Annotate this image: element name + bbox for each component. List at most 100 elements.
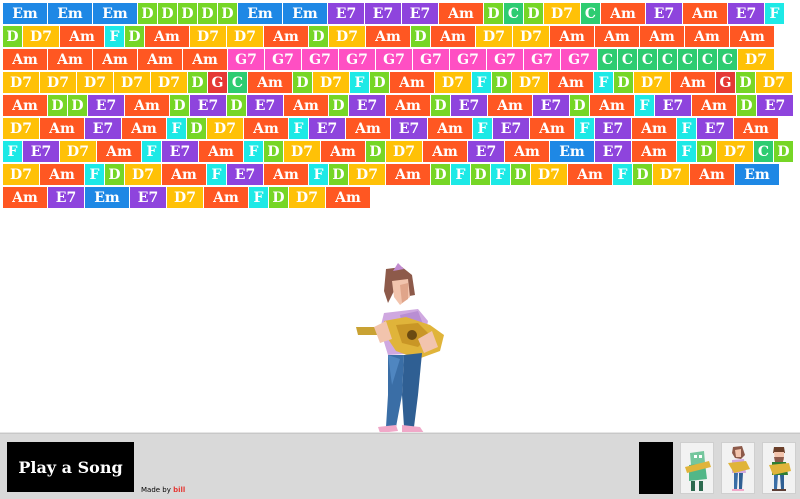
play-song-button[interactable]: Play a Song (7, 442, 134, 492)
chord-tile[interactable]: Am (248, 72, 292, 93)
chord-tile[interactable]: D7 (23, 26, 59, 47)
chord-tile[interactable]: C (754, 141, 773, 162)
chord-tile[interactable]: D (293, 72, 312, 93)
chord-tile[interactable]: D7 (349, 164, 385, 185)
chord-tile[interactable]: Am (428, 118, 472, 139)
chord-tile[interactable]: F (613, 164, 632, 185)
chord-tile[interactable]: Am (40, 164, 84, 185)
chord-tile[interactable]: Am (431, 26, 475, 47)
chord-tile[interactable]: Am (264, 164, 308, 185)
chord-tile[interactable]: Am (284, 95, 328, 116)
chord-tile[interactable]: D7 (125, 164, 161, 185)
chord-tile[interactable]: Am (97, 141, 141, 162)
chord-tile[interactable]: D7 (77, 72, 113, 93)
chord-tile[interactable]: Am (439, 3, 483, 24)
chord-tile[interactable]: G (208, 72, 227, 93)
chord-tile[interactable]: D (484, 3, 503, 24)
chord-tile[interactable]: Am (671, 72, 715, 93)
chord-tile[interactable]: D (68, 95, 87, 116)
chord-tile[interactable]: E7 (23, 141, 59, 162)
chord-tile[interactable]: E7 (468, 141, 504, 162)
chord-tile[interactable]: D (329, 95, 348, 116)
chord-tile[interactable]: D7 (207, 118, 243, 139)
chord-tile[interactable]: D7 (114, 72, 150, 93)
chord-tile[interactable]: D (158, 3, 177, 24)
chord-tile[interactable]: C (581, 3, 600, 24)
chord-tile[interactable]: D (614, 72, 633, 93)
chord-tile[interactable]: D7 (190, 26, 226, 47)
chord-tile[interactable]: Am (40, 118, 84, 139)
thumbnail-man-player[interactable] (762, 442, 796, 494)
chord-tile[interactable]: E7 (247, 95, 283, 116)
chord-tile[interactable]: G7 (339, 49, 375, 70)
chord-tile[interactable]: E7 (85, 118, 121, 139)
chord-tile[interactable]: Am (423, 141, 467, 162)
chord-tile[interactable]: Am (550, 26, 594, 47)
chord-tile[interactable]: D (633, 164, 652, 185)
chord-tile[interactable]: D7 (512, 72, 548, 93)
chord-tile[interactable]: D7 (3, 72, 39, 93)
chord-tile[interactable]: E7 (533, 95, 569, 116)
chord-tile[interactable]: E7 (595, 141, 631, 162)
chord-tile[interactable]: D (188, 72, 207, 93)
chord-tile[interactable]: Am (632, 141, 676, 162)
chord-tile[interactable]: Am (595, 26, 639, 47)
chord-tile[interactable]: E7 (88, 95, 124, 116)
chord-tile[interactable]: D (570, 95, 589, 116)
chord-tile[interactable]: D (138, 3, 157, 24)
chord-tile[interactable]: D (269, 187, 288, 208)
chord-tile[interactable]: D (48, 95, 67, 116)
chord-tile[interactable]: E7 (757, 95, 793, 116)
chord-tile[interactable]: E7 (391, 118, 427, 139)
chord-tile[interactable]: F (677, 118, 696, 139)
chord-tile[interactable]: Am (386, 95, 430, 116)
chord-tile[interactable]: G7 (376, 49, 412, 70)
chord-tile[interactable]: E7 (402, 3, 438, 24)
chord-tile[interactable]: E7 (190, 95, 226, 116)
chord-tile[interactable]: D7 (653, 164, 689, 185)
chord-tile[interactable]: F (575, 118, 594, 139)
chord-tile[interactable]: D (170, 95, 189, 116)
chord-tile[interactable]: D7 (3, 118, 39, 139)
chord-tile[interactable]: Am (346, 118, 390, 139)
chord-tile[interactable]: E7 (728, 3, 764, 24)
chord-tile[interactable]: E7 (493, 118, 529, 139)
chord-tile[interactable]: D (3, 26, 22, 47)
chord-tile[interactable]: Am (488, 95, 532, 116)
chord-tile[interactable]: Am (321, 141, 365, 162)
chord-tile[interactable]: Am (505, 141, 549, 162)
chord-tile[interactable]: D7 (40, 72, 76, 93)
chord-tile[interactable]: C (718, 49, 737, 70)
chord-tile[interactable]: Am (730, 26, 774, 47)
chord-tile[interactable]: G7 (450, 49, 486, 70)
chord-tile[interactable]: D7 (476, 26, 512, 47)
chord-tile[interactable]: Am (183, 49, 227, 70)
chord-tile[interactable]: C (618, 49, 637, 70)
chord-tile[interactable]: D (411, 26, 430, 47)
chord-tile[interactable]: D7 (329, 26, 365, 47)
chord-tile[interactable]: E7 (595, 118, 631, 139)
chord-tile[interactable]: E7 (227, 164, 263, 185)
chord-tile[interactable]: D (697, 141, 716, 162)
chord-tile[interactable]: Am (122, 118, 166, 139)
chord-tile[interactable]: Am (3, 187, 47, 208)
chord-tile[interactable]: C (638, 49, 657, 70)
chord-tile[interactable]: Em (283, 3, 327, 24)
chord-tile[interactable]: D (511, 164, 530, 185)
chord-tile[interactable]: Am (3, 49, 47, 70)
chord-tile[interactable]: D7 (3, 164, 39, 185)
chord-tile[interactable]: Am (632, 118, 676, 139)
chord-tile[interactable]: E7 (646, 3, 682, 24)
chord-tile[interactable]: D7 (634, 72, 670, 93)
chord-tile[interactable]: D7 (313, 72, 349, 93)
chord-tile[interactable]: Am (386, 164, 430, 185)
chord-tile[interactable]: F (207, 164, 226, 185)
chord-tile[interactable]: Em (85, 187, 129, 208)
chord-tile[interactable]: D (431, 164, 450, 185)
chord-tile[interactable]: F (249, 187, 268, 208)
chord-tile[interactable]: E7 (328, 3, 364, 24)
chord-tile[interactable]: Am (244, 118, 288, 139)
chord-tile[interactable]: Em (3, 3, 47, 24)
chord-tile[interactable]: E7 (48, 187, 84, 208)
chord-tile[interactable]: Am (568, 164, 612, 185)
